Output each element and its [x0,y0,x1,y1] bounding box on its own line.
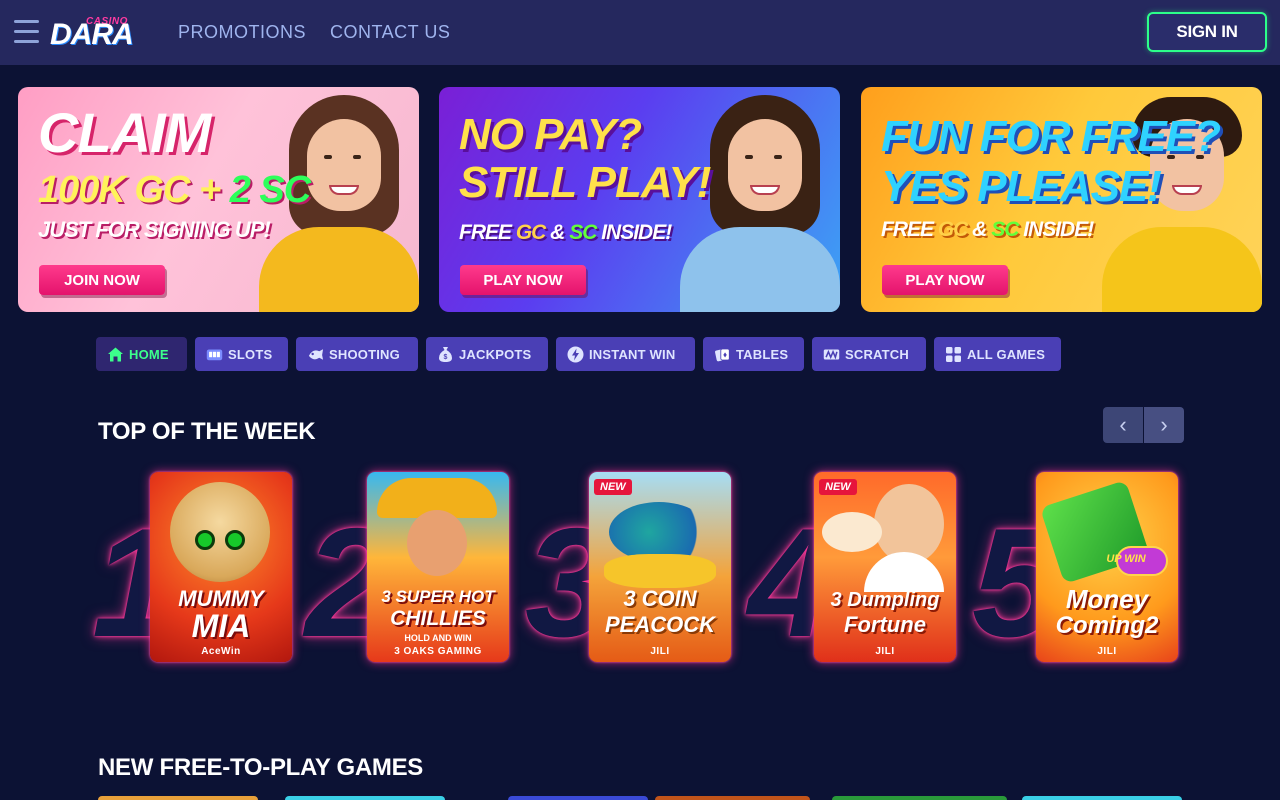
category-label: TABLES [736,346,789,362]
banner-subtext: FREE GC & SC INSIDE! [881,218,1094,241]
game-title: 3 SUPER HOT [381,587,495,606]
home-icon [107,346,124,363]
game-subtitle: HOLD AND WIN [404,633,472,643]
promo-banner-no-pay[interactable]: NO PAY? STILL PLAY! FREE GC & SC INSIDE!… [439,87,840,312]
game-card-3-dumpling-fortune[interactable]: NEW 3 Dumpling Fortune JILI [814,472,956,662]
sign-in-button[interactable]: SIGN IN [1147,12,1267,52]
grid-icon [945,346,962,363]
fish-icon [307,346,324,363]
game-title-2: Coming2 [1055,612,1159,639]
play-now-button[interactable]: PLAY NOW [882,265,1008,295]
promo-banner-claim[interactable]: CLAIM 100K GC + 2 SC JUST FOR SIGNING UP… [18,87,419,312]
game-card-peek[interactable] [98,796,258,800]
carousel-arrows: ‹ › [1103,407,1184,443]
banner-headline: NO PAY? [459,110,642,159]
game-card-mummy-mia[interactable]: MUMMY MIA AceWin [150,472,292,662]
category-label: SLOTS [228,346,273,362]
up-win-badge: UP WIN [1106,553,1146,565]
scratch-icon [823,346,840,363]
category-label: INSTANT WIN [589,346,676,362]
game-card-peek[interactable] [508,796,648,800]
category-label: ALL GAMES [967,346,1046,362]
category-instant-win[interactable]: INSTANT WIN [556,337,695,371]
banner-offer: 100K GC + 2 SC [38,169,311,211]
svg-text:$: $ [443,354,447,361]
game-provider: JILI [875,646,895,657]
category-label: SCRATCH [845,346,909,362]
game-card-peek[interactable] [655,796,810,800]
logo-dara-text: DARA [50,18,134,51]
game-title-2: MIA [191,608,251,644]
category-tables[interactable]: TABLES [703,337,804,371]
game-card-money-coming-2[interactable]: UP WIN Money Coming2 JILI [1036,472,1178,662]
new-badge: NEW [819,479,857,495]
category-all-games[interactable]: ALL GAMES [934,337,1061,371]
nav-contact-us[interactable]: CONTACT US [330,22,450,43]
banner-subtext: JUST FOR SIGNING UP! [38,217,271,242]
promo-banner-fun-for-free[interactable]: FUN FOR FREE? YES PLEASE! FREE GC & SC I… [861,87,1262,312]
hamburger-menu-icon[interactable] [14,20,39,43]
category-label: SHOOTING [329,346,400,362]
cards-icon [714,346,731,363]
game-provider: JILI [1097,646,1117,657]
nav-promotions[interactable]: PROMOTIONS [178,22,306,43]
category-label: HOME [129,346,169,362]
category-jackpots[interactable]: $ JACKPOTS [426,337,548,371]
banner-headline-2: YES PLEASE! [881,162,1162,211]
top-header: CASINO DARA PROMOTIONS CONTACT US SIGN I… [0,0,1280,65]
game-title-2: CHILLIES [390,607,486,630]
money-bag-icon: $ [437,346,454,363]
game-card-3-coin-peacock[interactable]: NEW 3 COIN PEACOCK JILI [589,472,731,662]
game-title: Money [1065,584,1149,614]
chevron-left-icon[interactable]: ‹ [1103,407,1143,443]
category-slots[interactable]: SLOTS [195,337,288,371]
game-card-peek[interactable] [832,796,1007,800]
banner-headline-2: STILL PLAY! [459,158,711,207]
peacock-art [609,502,709,562]
mummy-character-art [170,482,270,582]
game-title: MUMMY [178,586,264,611]
game-provider: JILI [650,646,670,657]
game-title: 3 Dumpling [830,589,940,611]
play-now-button[interactable]: PLAY NOW [460,265,586,295]
top-of-week-title: TOP OF THE WEEK [98,418,316,445]
game-title-2: PEACOCK [604,612,715,637]
banner-subtext: FREE GC & SC INSIDE! [459,221,672,244]
lightning-icon [567,346,584,363]
slot-machine-icon [206,346,223,363]
category-scratch[interactable]: SCRATCH [812,337,926,371]
new-games-title: NEW FREE-TO-PLAY GAMES [98,754,423,781]
casino-dara-logo[interactable]: CASINO DARA [50,14,140,50]
game-provider: 3 OAKS GAMING [394,646,482,657]
game-card-peek[interactable] [285,796,445,800]
game-title-2: Fortune [844,612,926,637]
banner-headline: FUN FOR FREE? [881,112,1221,161]
new-badge: NEW [594,479,632,495]
game-card-super-hot-chillies[interactable]: 3 SUPER HOT CHILLIES HOLD AND WIN 3 OAKS… [367,472,509,662]
category-label: JACKPOTS [459,346,532,362]
category-home[interactable]: HOME [96,337,187,371]
category-shooting[interactable]: SHOOTING [296,337,418,371]
join-now-button[interactable]: JOIN NOW [39,265,165,295]
chevron-right-icon[interactable]: › [1144,407,1184,443]
game-provider: AceWin [201,646,241,657]
banner-headline: CLAIM [38,101,211,164]
game-card-peek[interactable] [1022,796,1182,800]
game-title: 3 COIN [623,586,697,611]
